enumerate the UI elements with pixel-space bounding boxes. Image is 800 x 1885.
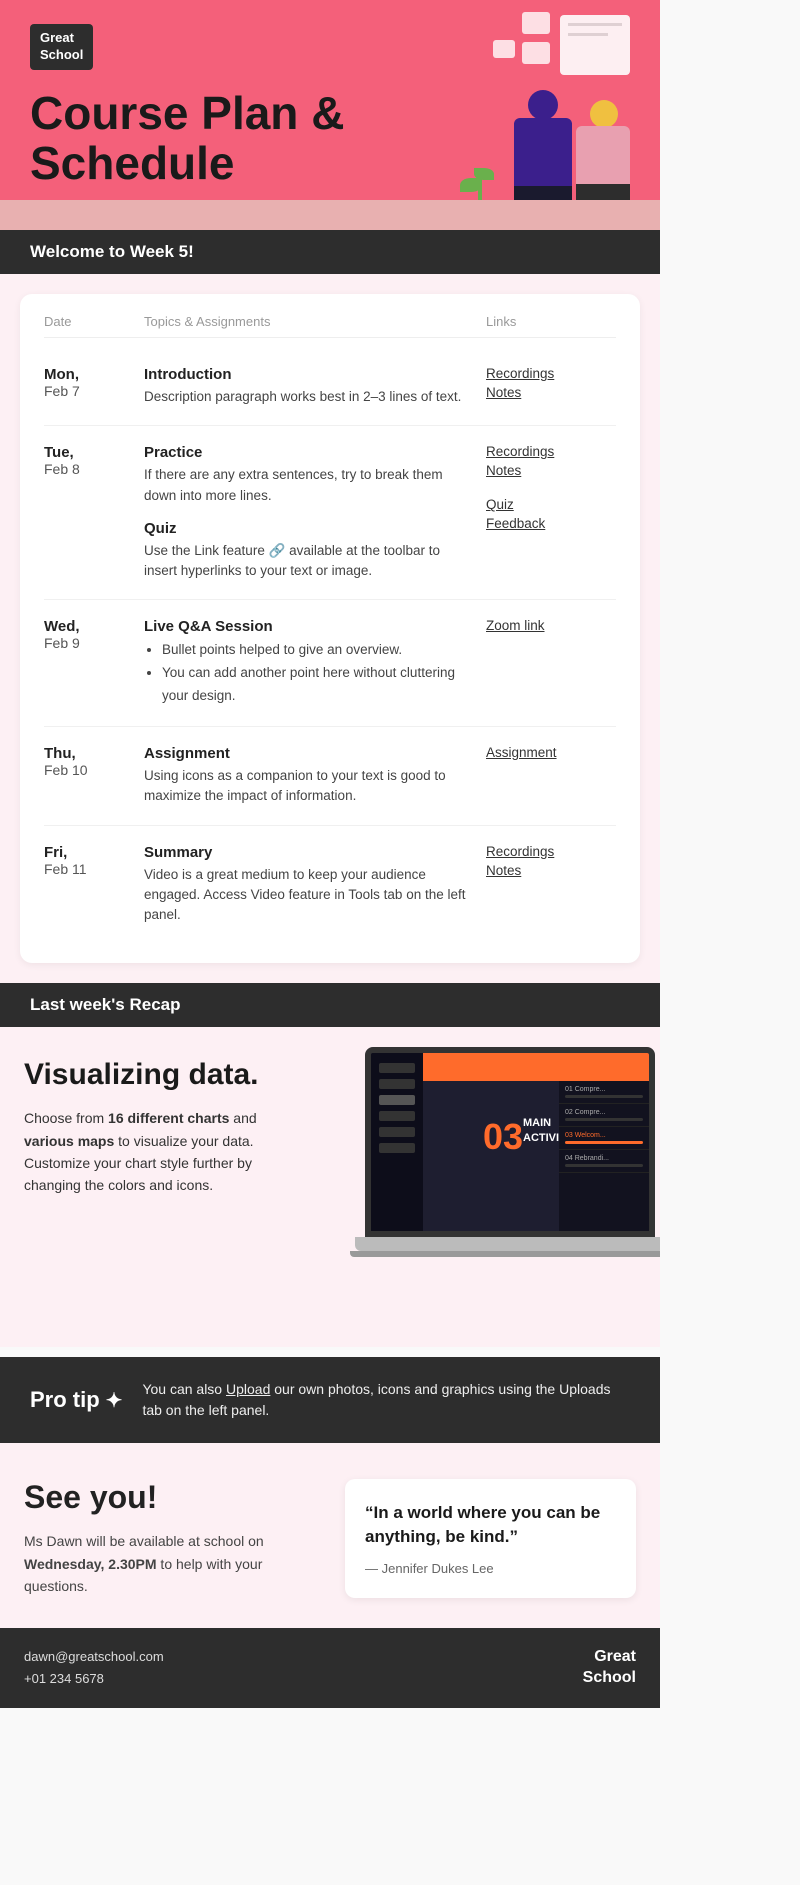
person-2-head	[590, 100, 618, 128]
schedule-section: Date Topics & Assignments Links Mon, Feb…	[0, 274, 660, 983]
link-notes-mon[interactable]: Notes	[486, 385, 616, 400]
pro-tip-label: Pro tip ✦	[30, 1387, 122, 1413]
frame-decoration-2	[493, 40, 515, 58]
see-you-title: See you!	[24, 1479, 315, 1516]
topic-cell-fri: Summary Video is a great medium to keep …	[144, 844, 486, 926]
date-cell-fri: Fri, Feb 11	[44, 844, 144, 877]
see-you-desc: Ms Dawn will be available at school on W…	[24, 1530, 315, 1597]
date-cell-mon: Mon, Feb 7	[44, 366, 144, 399]
recap-title: Visualizing data.	[24, 1057, 304, 1093]
header: GreatSchool Course Plan & Schedule	[0, 0, 660, 230]
link-quiz-tue[interactable]: Quiz	[486, 497, 616, 512]
table-header: Date Topics & Assignments Links	[44, 314, 616, 338]
link-recordings-tue[interactable]: Recordings	[486, 444, 616, 459]
recap-banner: Last week's Recap	[0, 983, 660, 1027]
link-feedback-tue[interactable]: Feedback	[486, 516, 616, 531]
list-item-2: 02 Compre...	[559, 1104, 649, 1127]
laptop-sidebar	[371, 1053, 423, 1231]
col-topics: Topics & Assignments	[144, 314, 486, 329]
links-cell-fri: Recordings Notes	[486, 844, 616, 882]
recap-prefix: Last week's	[30, 995, 130, 1014]
link-notes-fri[interactable]: Notes	[486, 863, 616, 878]
page-title: Course Plan & Schedule	[30, 88, 350, 189]
recap-word: Recap	[130, 995, 181, 1014]
link-recordings-mon[interactable]: Recordings	[486, 366, 616, 381]
table-row: Mon, Feb 7 Introduction Description para…	[44, 348, 616, 426]
laptop-mockup: 03 MAINACTIVITIES 01 Compre... 02 Compre…	[350, 1047, 660, 1287]
window-decoration	[560, 15, 630, 75]
contact-info: dawn@greatschool.com +01 234 5678	[24, 1646, 164, 1690]
quote-text: “In a world where you can be anything, b…	[365, 1501, 616, 1549]
table-row: Tue, Feb 8 Practice If there are any ext…	[44, 426, 616, 600]
orange-bar	[423, 1053, 649, 1081]
list-item-1: 01 Compre...	[559, 1081, 649, 1104]
big-number: 03	[483, 1116, 523, 1158]
date-cell-wed: Wed, Feb 9	[44, 618, 144, 651]
pro-tip-body: You can also Upload our own photos, icon…	[142, 1379, 630, 1421]
footer-section: See you! Ms Dawn will be available at sc…	[0, 1443, 660, 1628]
recap-text-area: Visualizing data. Choose from 16 differe…	[24, 1057, 304, 1227]
sidebar-item-3	[379, 1095, 415, 1105]
link-assignment-thu[interactable]: Assignment	[486, 745, 616, 760]
person-1-head	[528, 90, 558, 120]
quote-box: “In a world where you can be anything, b…	[345, 1479, 636, 1598]
sidebar-item-6	[379, 1143, 415, 1153]
link-zoom-wed[interactable]: Zoom link	[486, 618, 616, 633]
recap-desc: Choose from 16 different charts and vari…	[24, 1107, 304, 1197]
sidebar-item-4	[379, 1111, 415, 1121]
table-row: Fri, Feb 11 Summary Video is a great med…	[44, 826, 616, 944]
laptop-foot	[350, 1251, 660, 1257]
topic-cell-thu: Assignment Using icons as a companion to…	[144, 745, 486, 807]
person-1-body	[514, 118, 572, 188]
week-banner-prefix: Welcome to	[30, 242, 130, 261]
logo: GreatSchool	[30, 24, 93, 70]
frame-decoration-3	[522, 42, 550, 64]
pro-tip: Pro tip ✦ You can also Upload our own ph…	[0, 1357, 660, 1443]
upload-link[interactable]: Upload	[226, 1381, 270, 1397]
bottom-bar: dawn@greatschool.com +01 234 5678 GreatS…	[0, 1628, 660, 1708]
title-line1: Course Plan &	[30, 87, 344, 139]
laptop-screen: 03 MAINACTIVITIES 01 Compre... 02 Compre…	[365, 1047, 655, 1237]
date-cell-thu: Thu, Feb 10	[44, 745, 144, 778]
bottom-logo: GreatSchool	[583, 1647, 636, 1689]
list-item-4: 04 Rebrandi...	[559, 1150, 649, 1173]
week-banner: Welcome to Week 5!	[0, 230, 660, 274]
see-you-area: See you! Ms Dawn will be available at sc…	[24, 1479, 315, 1597]
phone: +01 234 5678	[24, 1668, 164, 1690]
table-row: Thu, Feb 10 Assignment Using icons as a …	[44, 727, 616, 826]
link-recordings-fri[interactable]: Recordings	[486, 844, 616, 859]
title-line2: Schedule	[30, 137, 235, 189]
frame-decoration-1	[522, 12, 550, 34]
sidebar-item-2	[379, 1079, 415, 1089]
col-date: Date	[44, 314, 144, 329]
link-notes-tue[interactable]: Notes	[486, 463, 616, 478]
star-icon: ✦	[106, 1388, 123, 1413]
topic-cell-mon: Introduction Description paragraph works…	[144, 366, 486, 407]
pro-tip-text-label: Pro tip	[30, 1387, 100, 1413]
links-cell-wed: Zoom link	[486, 618, 616, 637]
person-2-body	[576, 126, 630, 186]
links-cell-thu: Assignment	[486, 745, 616, 764]
quote-author: — Jennifer Dukes Lee	[365, 1561, 616, 1576]
col-links: Links	[486, 314, 616, 329]
date-cell-tue: Tue, Feb 8	[44, 444, 144, 477]
recap-section: Visualizing data. Choose from 16 differe…	[0, 1027, 660, 1347]
sidebar-item-1	[379, 1063, 415, 1073]
laptop-base	[355, 1237, 660, 1251]
table-row: Wed, Feb 9 Live Q&A Session Bullet point…	[44, 600, 616, 727]
laptop-content: 03 MAINACTIVITIES 01 Compre... 02 Compre…	[423, 1053, 649, 1231]
list-item-3: 03 Welcom...	[559, 1127, 649, 1150]
week-banner-week: Week 5!	[130, 242, 194, 261]
topic-cell-wed: Live Q&A Session Bullet points helped to…	[144, 618, 486, 708]
sidebar-item-5	[379, 1127, 415, 1137]
topic-cell-tue: Practice If there are any extra sentence…	[144, 444, 486, 581]
couch-decoration	[0, 200, 660, 230]
schedule-card: Date Topics & Assignments Links Mon, Feb…	[20, 294, 640, 963]
activities-list: 01 Compre... 02 Compre... 03 Welcom... 0…	[559, 1081, 649, 1231]
email: dawn@greatschool.com	[24, 1646, 164, 1668]
links-cell-tue: Recordings Notes Quiz Feedback	[486, 444, 616, 535]
links-cell-mon: Recordings Notes	[486, 366, 616, 404]
